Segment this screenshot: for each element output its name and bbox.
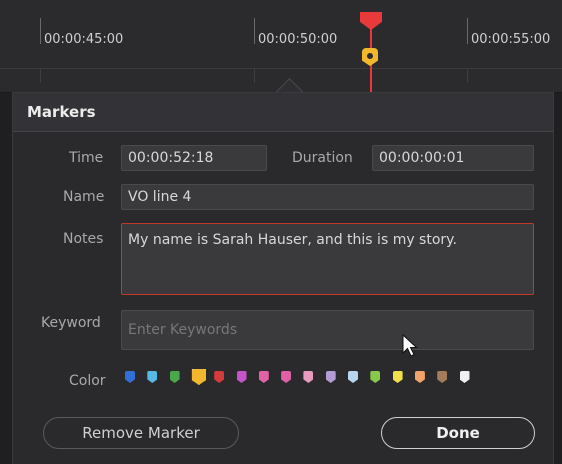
- color-swatch[interactable]: [414, 371, 425, 383]
- color-swatch[interactable]: [459, 371, 470, 383]
- time-field[interactable]: 00:00:52:18: [121, 145, 267, 171]
- timecode-tick: [40, 18, 41, 44]
- minor-tick: [40, 69, 41, 83]
- color-swatch[interactable]: [214, 371, 225, 383]
- panel-header: Markers: [13, 93, 553, 132]
- color-swatch[interactable]: [169, 371, 180, 383]
- color-swatch[interactable]: [147, 371, 158, 383]
- color-label: Color: [69, 373, 106, 389]
- color-swatch[interactable]: [437, 371, 448, 383]
- time-label: Time: [69, 150, 104, 166]
- color-swatch[interactable]: [370, 371, 381, 383]
- color-swatch[interactable]: [303, 371, 314, 383]
- timecode-label: 00:00:45:00: [44, 32, 124, 47]
- color-swatch[interactable]: [392, 371, 403, 383]
- color-swatch[interactable]: [325, 371, 336, 383]
- panel-title: Markers: [27, 103, 96, 121]
- timeline-ruler[interactable]: 00:00:45:00 00:00:50:00 00:00:55:00: [0, 0, 562, 94]
- timeline-marker-icon[interactable]: [362, 48, 378, 66]
- color-swatch[interactable]: [258, 371, 269, 383]
- pointer-arrow-icon: [402, 333, 418, 357]
- color-swatch[interactable]: [281, 371, 292, 383]
- timecode-label: 00:00:50:00: [258, 32, 338, 47]
- name-label: Name: [63, 189, 105, 205]
- remove-marker-button[interactable]: Remove Marker: [43, 417, 239, 449]
- duration-field[interactable]: 00:00:00:01: [372, 145, 534, 171]
- timecode-tick: [467, 18, 468, 44]
- done-button[interactable]: Done: [381, 417, 535, 449]
- color-swatch[interactable]: [125, 371, 135, 383]
- color-swatch[interactable]: [191, 369, 206, 385]
- keyword-label: Keyword: [41, 315, 101, 331]
- duration-label: Duration: [292, 150, 353, 166]
- playhead-handle[interactable]: [360, 12, 382, 30]
- notes-label: Notes: [63, 231, 104, 247]
- ruler-divider: [0, 68, 562, 69]
- timecode-label: 00:00:55:00: [471, 32, 551, 47]
- name-field[interactable]: VO line 4: [121, 184, 534, 210]
- minor-tick: [254, 69, 255, 83]
- keyword-field[interactable]: Enter Keywords: [121, 310, 534, 350]
- color-swatch[interactable]: [236, 371, 247, 383]
- notes-field[interactable]: My name is Sarah Hauser, and this is my …: [121, 223, 534, 295]
- timecode-tick: [254, 18, 255, 44]
- color-swatch[interactable]: [348, 371, 358, 383]
- markers-panel: Markers Time 00:00:52:18 Duration 00:00:…: [12, 92, 554, 464]
- minor-tick: [467, 69, 468, 83]
